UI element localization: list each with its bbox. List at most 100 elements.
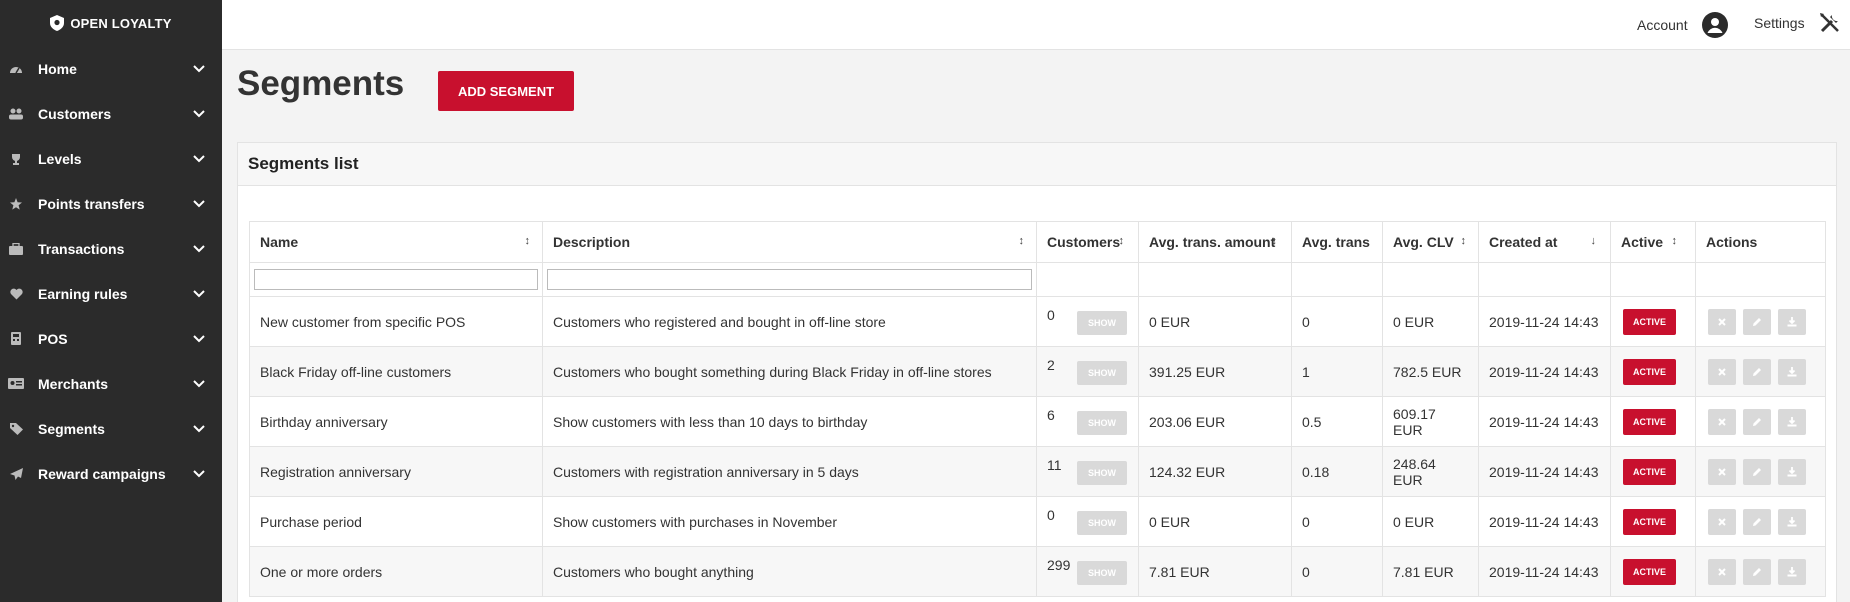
active-status-badge[interactable]: ACTIVE [1623, 358, 1676, 385]
actions-cell [1695, 396, 1826, 447]
sort-icon[interactable]: ↕ [1461, 235, 1467, 247]
avg-trans-amount: 7.81 EUR [1138, 546, 1292, 597]
filter-cell [249, 262, 543, 297]
delete-button[interactable] [1708, 408, 1736, 435]
sort-icon[interactable]: ↕ [1119, 235, 1125, 247]
account-menu[interactable]: Account [1637, 12, 1728, 38]
edit-button[interactable] [1743, 458, 1771, 485]
sidebar-item-home[interactable]: Home [0, 46, 222, 91]
segment-description: Customers who bought something during Bl… [542, 346, 1037, 397]
delete-button[interactable] [1708, 508, 1736, 535]
active-status-badge[interactable]: ACTIVE [1623, 308, 1676, 335]
delete-button[interactable] [1708, 558, 1736, 585]
column-header-label: Name [260, 234, 299, 250]
table-row: New customer from specific POS Customers… [249, 296, 1826, 347]
active-status-badge[interactable]: ACTIVE [1623, 408, 1676, 435]
avg-trans-amount: 0 EUR [1138, 496, 1292, 547]
heart-icon [8, 287, 24, 301]
avg-clv: 7.81 EUR [1382, 546, 1479, 597]
row-actions [1706, 558, 1815, 585]
download-button[interactable] [1778, 558, 1806, 585]
sidebar-item-earning-rules[interactable]: Earning rules [0, 271, 222, 316]
column-header-avg-trans[interactable]: Avg. trans [1291, 221, 1383, 263]
active-status-badge[interactable]: ACTIVE [1623, 508, 1676, 535]
settings-menu[interactable]: Settings [1754, 12, 1841, 34]
show-customers-button[interactable]: SHOW [1077, 561, 1127, 585]
active-cell: ACTIVE [1610, 446, 1696, 497]
column-header-avg-trans-amount[interactable]: Avg. trans. amount ↕ [1138, 221, 1292, 263]
show-customers-button[interactable]: SHOW [1077, 411, 1127, 435]
sidebar-item-transactions[interactable]: Transactions [0, 226, 222, 271]
column-header-active[interactable]: Active ↕ [1610, 221, 1696, 263]
download-button[interactable] [1778, 458, 1806, 485]
download-button[interactable] [1778, 508, 1806, 535]
download-button[interactable] [1778, 408, 1806, 435]
sort-icon[interactable]: ↕ [525, 235, 531, 247]
chevron-down-icon [193, 64, 205, 72]
sidebar-item-levels[interactable]: Levels [0, 136, 222, 181]
sidebar-item-customers[interactable]: Customers [0, 91, 222, 136]
column-header-customers[interactable]: Customers ↕ [1036, 221, 1139, 263]
active-status-badge[interactable]: ACTIVE [1623, 458, 1676, 485]
users-icon [8, 107, 24, 121]
shield-logo-icon [50, 15, 65, 31]
column-header-actions: Actions [1695, 221, 1826, 263]
sidebar-item-pos[interactable]: POS [0, 316, 222, 361]
edit-button[interactable] [1743, 308, 1771, 335]
delete-button[interactable] [1708, 458, 1736, 485]
edit-button[interactable] [1743, 408, 1771, 435]
column-header-description[interactable]: Description ↕ [542, 221, 1037, 263]
show-customers-button[interactable]: SHOW [1077, 461, 1127, 485]
delete-button[interactable] [1708, 308, 1736, 335]
sort-desc-icon[interactable]: ↓ [1591, 235, 1597, 247]
sidebar-item-label: Reward campaigns [38, 465, 166, 482]
sidebar-item-merchants[interactable]: Merchants [0, 361, 222, 406]
sidebar-item-points-transfers[interactable]: Points transfers [0, 181, 222, 226]
delete-button[interactable] [1708, 358, 1736, 385]
segment-name: Birthday anniversary [249, 396, 543, 447]
download-button[interactable] [1778, 358, 1806, 385]
column-header-label: Actions [1706, 234, 1758, 250]
sidebar-item-label: POS [38, 330, 68, 347]
avg-trans: 0 [1291, 296, 1383, 347]
column-header-name[interactable]: Name ↕ [249, 221, 543, 263]
sidebar-item-reward-campaigns[interactable]: Reward campaigns [0, 451, 222, 496]
edit-button[interactable] [1743, 358, 1771, 385]
segment-name: Registration anniversary [249, 446, 543, 497]
avg-trans-amount: 124.32 EUR [1138, 446, 1292, 497]
avg-trans: 0.5 [1291, 396, 1383, 447]
table-body: New customer from specific POS Customers… [249, 262, 1826, 597]
customers-count: 0 [1047, 307, 1055, 323]
chevron-down-icon [193, 379, 205, 387]
sidebar-item-segments[interactable]: Segments [0, 406, 222, 451]
table-row: One or more orders Customers who bought … [249, 546, 1826, 597]
download-icon [1787, 566, 1797, 576]
download-button[interactable] [1778, 308, 1806, 335]
chevron-down-icon [193, 109, 205, 117]
show-customers-button[interactable]: SHOW [1077, 511, 1127, 535]
show-customers-button[interactable]: SHOW [1077, 361, 1127, 385]
actions-cell [1695, 446, 1826, 497]
brand-logo[interactable]: OPEN LOYALTY [0, 0, 222, 46]
name-filter-input[interactable] [254, 269, 538, 290]
tools-icon [1819, 13, 1839, 33]
customers-cell: 11 SHOW [1036, 446, 1139, 497]
row-actions [1706, 458, 1815, 485]
description-filter-input[interactable] [547, 269, 1032, 290]
column-header-avg-clv[interactable]: Avg. CLV ↕ [1382, 221, 1479, 263]
active-cell: ACTIVE [1610, 296, 1696, 347]
row-actions [1706, 358, 1815, 385]
close-icon [1718, 567, 1726, 576]
add-segment-button[interactable]: ADD SEGMENT [438, 71, 574, 111]
show-customers-button[interactable]: SHOW [1077, 311, 1127, 335]
avg-trans: 0.18 [1291, 446, 1383, 497]
sort-icon[interactable]: ↕ [1672, 235, 1678, 247]
sort-icon[interactable]: ↕ [1272, 235, 1278, 247]
edit-button[interactable] [1743, 508, 1771, 535]
avg-trans-amount: 391.25 EUR [1138, 346, 1292, 397]
edit-button[interactable] [1743, 558, 1771, 585]
sort-icon[interactable]: ↕ [1019, 235, 1025, 247]
active-status-badge[interactable]: ACTIVE [1623, 558, 1676, 585]
column-header-created-at[interactable]: Created at ↓ [1478, 221, 1611, 263]
created-at: 2019-11-24 14:43 [1478, 296, 1611, 347]
